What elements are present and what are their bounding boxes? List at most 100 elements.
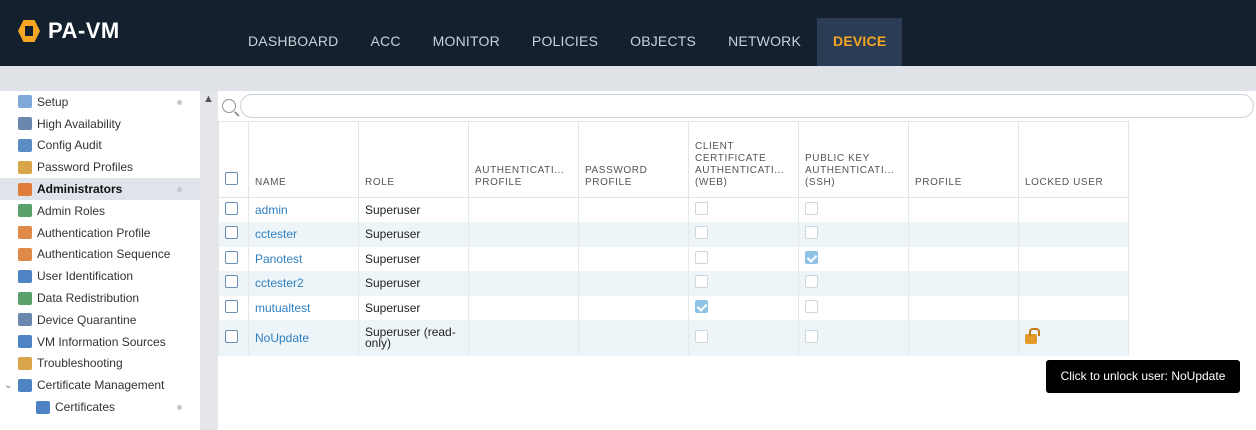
sidebar-item-high-availability[interactable]: High Availability [0,113,200,135]
status-dot-icon [177,100,182,105]
column-header-name[interactable]: NAME [248,121,359,198]
name-cell: Panotest [248,246,359,271]
logo-text: PA-VM [48,18,120,43]
nav-tab-policies[interactable]: POLICIES [516,18,614,66]
admin-name-link[interactable]: NoUpdate [255,331,309,345]
sidebar-item-label: Troubleshooting [37,356,123,371]
role-cell: Superuser (read-only) [358,320,469,356]
admin-name-link[interactable]: admin [255,203,288,217]
auth-profile-cell [468,222,579,247]
table-row[interactable]: Panotest Superuser [218,246,1129,271]
sidebar-scrollbar[interactable]: ▲ [200,91,218,430]
row-select-checkbox[interactable] [225,299,238,313]
row-select-checkbox[interactable] [225,275,238,289]
sidebar-item-data-redistribution[interactable]: Data Redistribution [0,287,200,309]
row-select-checkbox[interactable] [225,202,238,215]
name-cell: NoUpdate [248,320,359,356]
public-key-checkbox [805,299,818,313]
sidebar-item-label: User Identification [37,269,134,284]
scroll-up-icon[interactable]: ▲ [203,93,214,105]
sidebar-item-admin-roles[interactable]: Admin Roles [0,200,200,222]
row-select-checkbox[interactable] [225,330,238,343]
sidebar-item-device-quarantine[interactable]: Device Quarantine [0,309,200,331]
column-header-public-key[interactable]: PUBLIC KEY AUTHENTICATI... (SSH) [798,121,909,198]
select-cell [218,271,249,296]
column-header-password-profile[interactable]: PASSWORD PROFILE [578,121,689,198]
client-cert-checkbox [695,330,708,343]
row-select-checkbox[interactable] [225,226,238,240]
sidebar-item-authentication-sequence[interactable]: Authentication Sequence [0,244,200,266]
search-icon [222,99,236,113]
sidebar-item-certificate-management[interactable]: ⌄ Certificate Management [0,374,200,396]
role-cell: Superuser [358,246,469,271]
column-header-auth-profile[interactable]: AUTHENTICATI... PROFILE [468,121,579,198]
role-cell: Superuser [358,271,469,296]
admin-name-link[interactable]: Panotest [255,252,302,266]
table-row[interactable]: cctester Superuser [218,222,1129,247]
admin-name-link[interactable]: cctester2 [255,276,304,290]
select-all-checkbox[interactable] [225,172,238,185]
password-profile-cell [578,320,689,356]
sidebar-item-config-audit[interactable]: Config Audit [0,135,200,157]
top-navigation-bar: PA-VM DASHBOARD ACC MONITOR POLICIES OBJECTS… [0,0,1256,66]
admin-name-link[interactable]: mutualtest [255,301,310,315]
administrators-table: NAME ROLE AUTHENTICATI... PROFILE PASSWO… [218,121,1129,356]
sub-toolbar [0,66,1256,91]
client-cert-checkbox [695,202,708,215]
auth-profile-cell [468,271,579,296]
config-audit-icon [18,138,32,152]
name-cell: admin [248,197,359,222]
column-header-role[interactable]: ROLE [358,121,469,198]
public-key-cell [798,295,909,320]
column-header-locked-user[interactable]: LOCKED USER [1018,121,1129,198]
name-cell: cctester [248,222,359,247]
nav-tab-monitor[interactable]: MONITOR [417,18,516,66]
role-text: Superuser (read-only) [365,324,456,350]
setup-icon [18,95,32,109]
table-row[interactable]: mutualtest Superuser [218,295,1129,320]
sidebar-item-setup[interactable]: Setup [0,91,200,113]
nav-tab-device[interactable]: DEVICE [817,18,903,66]
nav-tab-dashboard[interactable]: DASHBOARD [232,18,354,66]
table-row[interactable]: NoUpdate Superuser (read-only) [218,320,1129,356]
sidebar-item-administrators[interactable]: Administrators [0,178,200,200]
password-profile-cell [578,271,689,296]
nav-tab-network[interactable]: NETWORK [712,18,817,66]
sidebar-item-authentication-profile[interactable]: Authentication Profile [0,222,200,244]
select-cell [218,295,249,320]
high-availability-icon [18,117,32,131]
column-header-client-cert[interactable]: CLIENT CERTIFICATE AUTHENTICATI... (WEB) [688,121,799,198]
authentication-profile-icon [18,226,32,240]
client-cert-cell [688,246,799,271]
row-select-checkbox[interactable] [225,250,238,264]
role-cell: Superuser [358,197,469,222]
profile-cell [908,295,1019,320]
sidebar-item-password-profiles[interactable]: Password Profiles [0,156,200,178]
public-key-checkbox [805,202,818,215]
sidebar-item-troubleshooting[interactable]: Troubleshooting [0,353,200,375]
main-nav-tabs: DASHBOARD ACC MONITOR POLICIES OBJECTS NETWOR… [232,18,903,66]
client-cert-cell [688,197,799,222]
nav-tab-objects[interactable]: OBJECTS [614,18,712,66]
admin-name-link[interactable]: cctester [255,227,297,241]
sidebar-item-label: Authentication Profile [37,225,151,240]
name-cell: cctester2 [248,271,359,296]
role-cell: Superuser [358,295,469,320]
select-all-header [218,121,249,198]
table-row[interactable]: admin Superuser [218,197,1129,222]
nav-tab-acc[interactable]: ACC [354,18,416,66]
sidebar-item-vm-information-sources[interactable]: VM Information Sources [0,331,200,353]
role-cell: Superuser [358,222,469,247]
table-row[interactable]: cctester2 Superuser [218,271,1129,296]
auth-profile-cell [468,197,579,222]
client-cert-checkbox [695,299,708,313]
sidebar-item-user-identification[interactable]: User Identification [0,265,200,287]
public-key-checkbox [805,275,818,289]
sidebar-item-certificates[interactable]: Certificates [0,396,200,418]
sidebar-item-label: Admin Roles [37,203,106,218]
filter-input[interactable] [240,94,1254,118]
chevron-down-icon[interactable]: ⌄ [4,380,12,391]
lock-icon[interactable] [1025,327,1040,344]
column-header-profile[interactable]: PROFILE [908,121,1019,198]
sidebar-item-label: Data Redistribution [37,291,140,306]
